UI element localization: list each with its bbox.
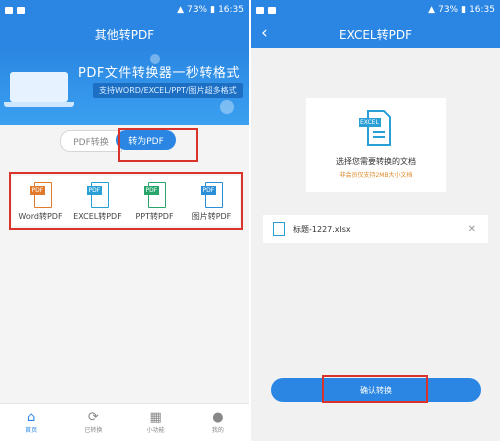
battery-text: 73% [438,5,459,15]
selected-file-row[interactable]: 标题-1227.xlsx ✕ [263,215,488,243]
size-hint: 非会员仅支持2MB大小文档 [339,172,413,179]
excel-tag: EXCEL [360,119,379,126]
promo-banner[interactable]: PDF文件转换器一秒转格式 支持WORD/EXCEL/PPT/图片超多格式 [0,48,249,125]
signal-icon: ▲ [177,5,185,15]
gallery-icon [5,6,13,14]
nav-converted[interactable]: ⟳ 已转换 [62,404,124,441]
signal-icon: ▲ [428,5,436,15]
nav-tools[interactable]: ▦ 小功能 [125,404,187,441]
banner-title: PDF文件转换器一秒转格式 [78,66,240,81]
nav-label: 小功能 [146,427,165,434]
left-screen: ▲ 73% ▮ 16:35 其他转PDF PDF文件转换器一秒转格式 支持WOR… [0,0,249,441]
nav-mine[interactable]: ● 我的 [187,404,249,441]
status-bar: ▲ 73% ▮ 16:35 [251,0,500,20]
excel-file-icon: EXCEL [356,108,396,148]
battery-text: 73% [187,5,208,15]
right-screen: ▲ 73% ▮ 16:35 ‹ EXCEL转PDF EXCEL 选择您需要转换的… [251,0,500,441]
gallery-icon [256,6,264,14]
nav-label: 首页 [25,427,38,434]
home-icon: ⌂ [26,410,36,425]
status-bar: ▲ 73% ▮ 16:35 [0,0,249,20]
decor-circle [220,100,234,114]
highlight-box [118,128,198,162]
page-title: EXCEL转PDF [339,27,412,42]
message-icon [17,6,25,14]
highlight-box [9,172,243,230]
laptop-illustration [4,72,74,107]
page-title: 其他转PDF [94,27,155,42]
nav-home[interactable]: ⌂ 首页 [0,404,62,441]
nav-label: 已转换 [84,427,103,434]
highlight-box [322,375,428,403]
refresh-icon: ⟳ [87,410,99,425]
select-document-card[interactable]: EXCEL 选择您需要转换的文档 非会员仅支持2MB大小文档 [306,98,446,192]
tab-pdf-convert[interactable]: PDF转换 [60,130,122,152]
grid-icon: ▦ [149,410,162,425]
close-icon[interactable]: ✕ [468,224,476,235]
time-text: 16:35 [218,5,244,15]
message-icon [268,6,276,14]
battery-icon: ▮ [461,5,467,15]
app-header: ‹ EXCEL转PDF [251,20,500,48]
back-icon[interactable]: ‹ [261,23,268,43]
select-prompt: 选择您需要转换的文档 [336,157,416,166]
bottom-nav: ⌂ 首页 ⟳ 已转换 ▦ 小功能 ● 我的 [0,403,249,441]
battery-icon: ▮ [210,5,216,15]
nav-label: 我的 [211,427,224,434]
user-icon: ● [212,410,224,425]
xlsx-file-icon [273,222,285,236]
file-name: 标题-1227.xlsx [293,224,351,234]
banner-subtitle: 支持WORD/EXCEL/PPT/图片超多格式 [93,83,243,98]
app-header: 其他转PDF [0,20,249,48]
time-text: 16:35 [469,5,495,15]
